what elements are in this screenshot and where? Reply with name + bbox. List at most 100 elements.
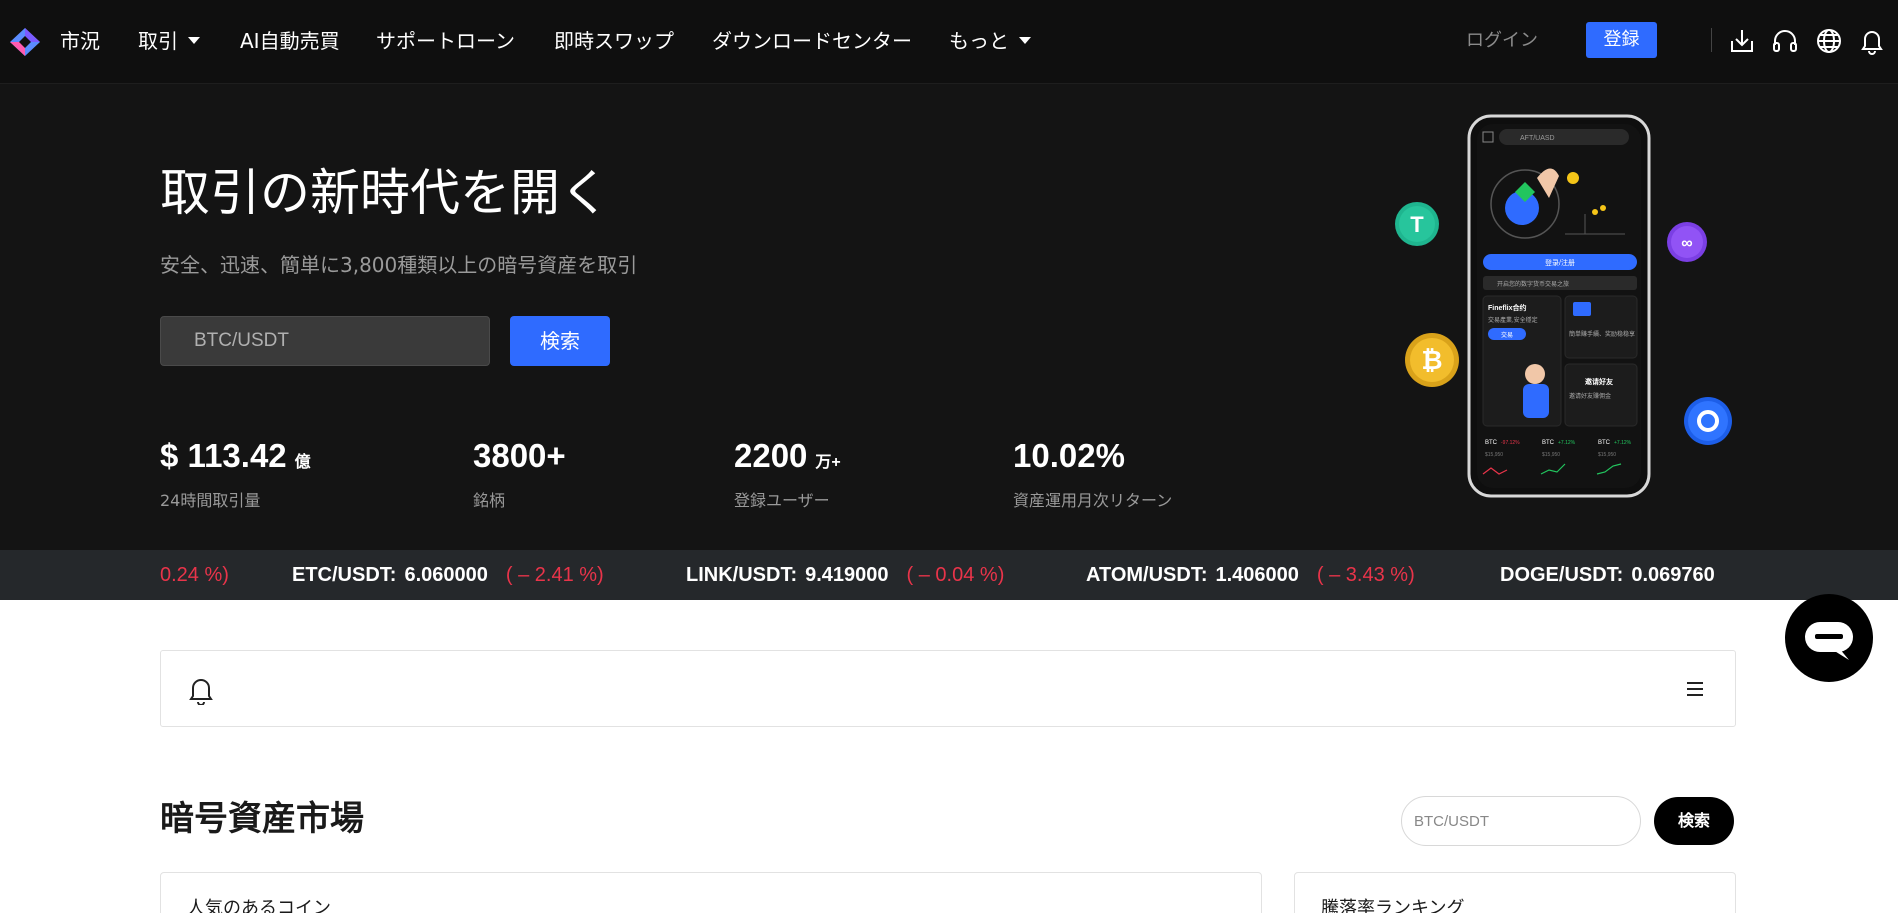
- register-button[interactable]: 登録: [1586, 22, 1657, 58]
- ticker-item[interactable]: LINK/USDT: 9.419000 ( – 0.04 %): [686, 550, 1004, 600]
- stat-users-value: 2200 万+: [734, 436, 841, 483]
- phone-login-button: 登录/注册: [1545, 258, 1575, 267]
- stat-prefix: $: [160, 437, 188, 474]
- top-nav: 市況 取引 AI自動売買 サポートローン 即時スワップ ダウンロードセンター も…: [0, 0, 1898, 84]
- phone-card-title: 邀请好友: [1585, 377, 1613, 386]
- ticker-pair: LINK/USDT:: [686, 564, 798, 586]
- ticker-item[interactable]: ATOM/USDT: 1.406000 ( – 3.43 %): [1086, 550, 1415, 600]
- stat-number: 3800+: [473, 437, 566, 474]
- menu-icon[interactable]: [1685, 679, 1705, 699]
- market-search-input[interactable]: [1401, 796, 1641, 846]
- phone-ticker-price: $15,950: [1542, 452, 1560, 458]
- stat-volume-value: $ 113.42 億: [160, 436, 311, 483]
- phone-search-text: AFT/UASD: [1520, 135, 1555, 142]
- nav-item-label: 取引: [138, 29, 178, 53]
- stat-unit: 万+: [815, 454, 841, 471]
- chat-bubble-icon: [1805, 622, 1853, 660]
- chat-support-button[interactable]: [1785, 594, 1873, 682]
- stat-return-label: 資産運用月次リターン: [1013, 491, 1173, 510]
- ticker-pair: DOGE/USDT:: [1500, 564, 1624, 586]
- hero-title: 取引の新時代を開く: [160, 164, 610, 222]
- nav-item-label: 市況: [60, 29, 100, 53]
- price-ticker: 0.24 %) ETC/USDT: 6.060000 ( – 2.41 %) LIN…: [0, 550, 1898, 600]
- ticker-change: ( – 2.41 %): [505, 564, 604, 586]
- stat-users-label: 登録ユーザー: [734, 491, 830, 510]
- polygon-coin-icon: ∞: [1667, 222, 1707, 262]
- ticker-change: 0.24 %): [160, 564, 229, 586]
- ticker-change: ( – 0.04 %): [906, 564, 1005, 586]
- nav-item-market[interactable]: 市況: [60, 26, 100, 56]
- chevron-down-icon: [188, 37, 200, 44]
- stat-number: 113.42: [187, 437, 287, 474]
- phone-card-title: Fineflix合约: [1488, 303, 1527, 312]
- nav-item-support-loan[interactable]: サポートローン: [376, 26, 515, 56]
- ticker-item[interactable]: 0.24 %): [160, 550, 229, 600]
- phone-card-subtitle: 簡単賺手續、奖励稳稳享: [1569, 330, 1635, 338]
- phone-ticker-change: +7.12%: [1614, 440, 1632, 446]
- ranking-card: 騰落率ランキング: [1294, 872, 1736, 913]
- svg-text:T: T: [1410, 212, 1424, 237]
- nav-item-ai-trading[interactable]: AI自動売買: [240, 26, 340, 56]
- phone-ticker-price: $15,950: [1485, 452, 1503, 458]
- nav-item-label: AI自動売買: [240, 29, 340, 53]
- announcement-bar: [160, 650, 1736, 727]
- market-search-button[interactable]: 検索: [1654, 797, 1734, 845]
- svg-text:∞: ∞: [1681, 235, 1692, 252]
- hero-subtitle: 安全、迅速、簡単に3,800種類以上の暗号資産を取引: [160, 253, 638, 277]
- nav-item-trade[interactable]: 取引: [138, 26, 200, 56]
- hero-search-button[interactable]: 検索: [510, 316, 610, 366]
- tether-coin-icon: T: [1395, 202, 1439, 246]
- nav-item-more[interactable]: もっと: [949, 26, 1031, 56]
- phone-ticker-pair: BTC: [1542, 440, 1555, 446]
- ticker-price: 0.069760: [1631, 564, 1715, 586]
- phone-ticker-change: -97.12%: [1501, 440, 1520, 446]
- nav-item-label: 即時スワップ: [554, 29, 674, 53]
- phone-notice-text: 开启您的数字货币交易之旅: [1497, 280, 1569, 288]
- bell-icon[interactable]: [187, 675, 215, 705]
- nav-item-label: ダウンロードセンター: [712, 29, 912, 53]
- ticker-change: ( – 3.43 %): [1316, 564, 1415, 586]
- phone-card-subtitle: 邀请好友赚佣金: [1569, 392, 1611, 400]
- stat-return-value: 10.02%: [1013, 436, 1125, 476]
- ring-coin-icon: [1684, 397, 1732, 445]
- ticker-item[interactable]: ETC/USDT: 6.060000 ( – 2.41 %): [292, 550, 604, 600]
- ticker-pair: ATOM/USDT:: [1086, 564, 1208, 586]
- ticker-price: 1.406000: [1215, 564, 1299, 586]
- stat-symbols-label: 銘柄: [473, 491, 506, 510]
- headset-icon[interactable]: [1771, 27, 1799, 55]
- phone-card-button: 交易: [1501, 331, 1513, 339]
- nav-item-download-center[interactable]: ダウンロードセンター: [712, 26, 912, 56]
- stat-volume-label: 24時間取引量: [160, 491, 261, 510]
- bell-icon[interactable]: [1858, 27, 1886, 55]
- nav-divider: [1711, 28, 1712, 52]
- phone-ticker-change: +7.12%: [1558, 440, 1576, 446]
- popular-coins-card: 人気のあるコイン: [160, 872, 1262, 913]
- ticker-item[interactable]: DOGE/USDT: 0.069760: [1500, 550, 1715, 600]
- brand-logo-icon[interactable]: [8, 26, 42, 58]
- nav-item-label: もっと: [949, 29, 1009, 53]
- hero-section: 取引の新時代を開く 安全、迅速、簡単に3,800種類以上の暗号資産を取引 検索 …: [0, 84, 1898, 550]
- market-section-title: 暗号資産市場: [160, 799, 364, 839]
- globe-icon[interactable]: [1815, 27, 1843, 55]
- ticker-pair: ETC/USDT:: [292, 564, 397, 586]
- phone-ticker-pair: BTC: [1598, 440, 1611, 446]
- phone-card-subtitle: 交易產業,安全穩定: [1488, 316, 1538, 324]
- login-link[interactable]: ログイン: [1466, 26, 1538, 56]
- download-icon[interactable]: [1728, 27, 1756, 55]
- stat-unit: 億: [294, 454, 311, 471]
- ticker-price: 9.419000: [805, 564, 889, 586]
- hero-search-input[interactable]: [160, 316, 490, 366]
- stat-number: 2200: [734, 437, 808, 474]
- phone-illustration: T ₿ ∞ AFT/UASD 登录/注册 开启您的数字货币交易之旅 Finefl…: [1395, 114, 1732, 498]
- stat-symbols-value: 3800+: [473, 436, 566, 476]
- bitcoin-coin-icon: ₿: [1405, 333, 1459, 387]
- svg-text:₿: ₿: [1421, 345, 1442, 375]
- nav-item-label: サポートローン: [376, 29, 515, 53]
- ticker-price: 6.060000: [404, 564, 488, 586]
- ranking-title: 騰落率ランキング: [1321, 898, 1465, 913]
- nav-item-instant-swap[interactable]: 即時スワップ: [554, 26, 674, 56]
- popular-coins-title: 人気のあるコイン: [187, 898, 331, 913]
- phone-ticker-price: $15,950: [1598, 452, 1616, 458]
- phone-ticker-pair: BTC: [1485, 440, 1498, 446]
- chevron-down-icon: [1019, 37, 1031, 44]
